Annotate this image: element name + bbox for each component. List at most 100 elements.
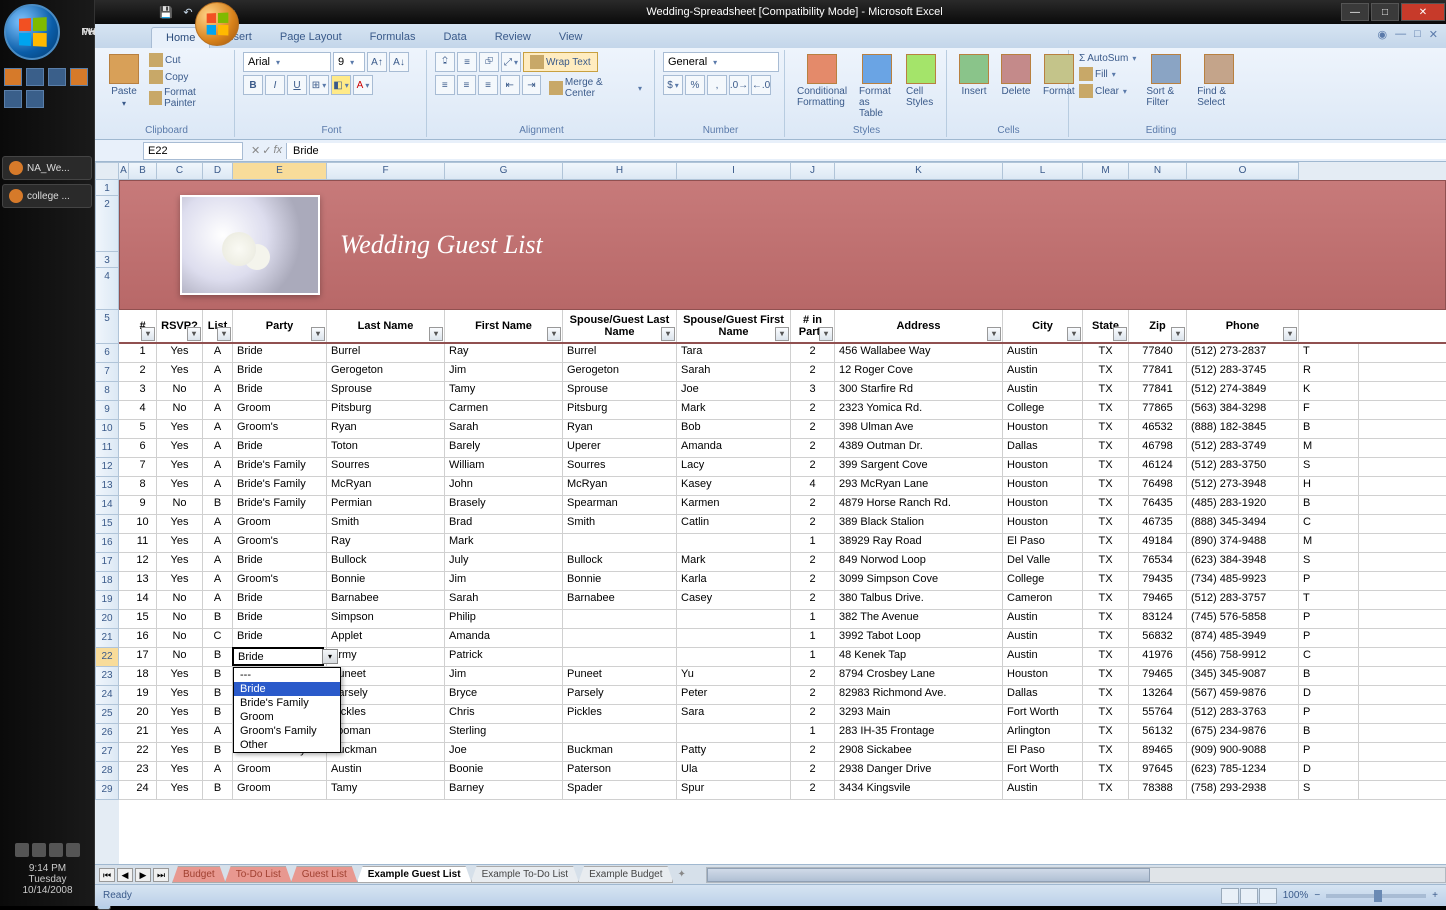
- table-cell[interactable]: Yes: [157, 686, 203, 704]
- col-header[interactable]: N: [1129, 162, 1187, 180]
- table-cell[interactable]: Parsely: [327, 686, 445, 704]
- table-cell[interactable]: A: [203, 591, 233, 609]
- row-header[interactable]: 21: [95, 629, 119, 648]
- table-header-cell[interactable]: Spouse/Guest First Name▾: [677, 310, 791, 342]
- align-center-button[interactable]: ≡: [457, 75, 477, 95]
- table-cell[interactable]: Bride: [233, 591, 327, 609]
- table-cell[interactable]: 2: [791, 363, 835, 381]
- fill-color-button[interactable]: ◧: [331, 75, 351, 95]
- find-select-button[interactable]: Find & Select: [1193, 52, 1245, 110]
- table-cell[interactable]: 15: [129, 610, 157, 628]
- table-cell[interactable]: B: [1299, 724, 1359, 742]
- table-cell[interactable]: A: [203, 439, 233, 457]
- filter-button[interactable]: ▾: [311, 327, 325, 341]
- table-cell[interactable]: Sarah: [445, 591, 563, 609]
- ribbon-tab-page-layout[interactable]: Page Layout: [266, 27, 356, 48]
- table-cell[interactable]: 46124: [1129, 458, 1187, 476]
- dropdown-item[interactable]: Groom: [234, 710, 340, 724]
- sort-filter-button[interactable]: Sort & Filter: [1142, 52, 1189, 110]
- table-cell[interactable]: 2: [791, 591, 835, 609]
- table-cell[interactable]: (567) 459-9876: [1187, 686, 1299, 704]
- table-cell[interactable]: (345) 345-9087: [1187, 667, 1299, 685]
- row-header[interactable]: 26: [95, 724, 119, 743]
- table-cell[interactable]: 2: [791, 344, 835, 362]
- table-cell[interactable]: TX: [1083, 705, 1129, 723]
- table-cell[interactable]: 79435: [1129, 572, 1187, 590]
- table-cell[interactable]: Austin: [1003, 781, 1083, 799]
- table-cell[interactable]: 56832: [1129, 629, 1187, 647]
- paste-button[interactable]: Paste▾: [105, 52, 143, 110]
- table-cell[interactable]: Fort Worth: [1003, 705, 1083, 723]
- bold-button[interactable]: B: [243, 75, 263, 95]
- filter-button[interactable]: ▾: [1067, 327, 1081, 341]
- table-cell[interactable]: TX: [1083, 572, 1129, 590]
- table-cell[interactable]: Burrel: [563, 344, 677, 362]
- table-cell[interactable]: 76435: [1129, 496, 1187, 514]
- font-name-select[interactable]: Arial: [243, 52, 331, 72]
- table-cell[interactable]: Barnabee: [563, 591, 677, 609]
- table-cell[interactable]: B: [1299, 420, 1359, 438]
- table-cell[interactable]: Austin: [1003, 648, 1083, 666]
- table-cell[interactable]: Jim: [445, 572, 563, 590]
- col-header[interactable]: E: [233, 162, 327, 180]
- quick-launch-item[interactable]: [26, 90, 44, 108]
- delete-cells-button[interactable]: Delete: [997, 52, 1035, 99]
- table-cell[interactable]: Pickles: [327, 705, 445, 723]
- table-cell[interactable]: 2908 Sickabee: [835, 743, 1003, 761]
- font-size-select[interactable]: 9: [333, 52, 365, 72]
- table-cell[interactable]: 2: [791, 743, 835, 761]
- table-cell[interactable]: Spearman: [563, 496, 677, 514]
- col-header[interactable]: I: [677, 162, 791, 180]
- table-cell[interactable]: 48 Kenek Tap: [835, 648, 1003, 666]
- table-cell[interactable]: K: [1299, 382, 1359, 400]
- quick-launch-item[interactable]: [48, 68, 66, 86]
- table-cell[interactable]: 1: [791, 629, 835, 647]
- merge-center-button[interactable]: Merge & Center: [543, 75, 648, 101]
- row-header[interactable]: 15: [95, 515, 119, 534]
- table-cell[interactable]: Casey: [677, 591, 791, 609]
- table-cell[interactable]: Bullock: [563, 553, 677, 571]
- table-cell[interactable]: (563) 384-3298: [1187, 401, 1299, 419]
- table-cell[interactable]: TX: [1083, 382, 1129, 400]
- table-cell[interactable]: (909) 900-9088: [1187, 743, 1299, 761]
- table-cell[interactable]: A: [203, 420, 233, 438]
- new-sheet-button[interactable]: ✦: [677, 869, 685, 880]
- table-cell[interactable]: No: [157, 401, 203, 419]
- table-cell[interactable]: A: [203, 572, 233, 590]
- table-cell[interactable]: 46798: [1129, 439, 1187, 457]
- table-cell[interactable]: 78388: [1129, 781, 1187, 799]
- table-cell[interactable]: Mark: [677, 401, 791, 419]
- table-cell[interactable]: B: [203, 667, 233, 685]
- table-cell[interactable]: 76498: [1129, 477, 1187, 495]
- row-header[interactable]: 8: [95, 382, 119, 401]
- table-cell[interactable]: 77840: [1129, 344, 1187, 362]
- underline-button[interactable]: U: [287, 75, 307, 95]
- formula-input[interactable]: Bride: [286, 143, 1446, 159]
- table-cell[interactable]: Sprouse: [563, 382, 677, 400]
- table-cell[interactable]: Sarah: [677, 363, 791, 381]
- sheet-tab[interactable]: Example Guest List: [357, 866, 472, 883]
- table-cell[interactable]: College: [1003, 401, 1083, 419]
- zoom-out-button[interactable]: −: [1314, 890, 1320, 901]
- sheet-tab[interactable]: Budget: [172, 866, 226, 883]
- col-header[interactable]: M: [1083, 162, 1129, 180]
- table-cell[interactable]: A: [203, 458, 233, 476]
- table-cell[interactable]: Paterson: [563, 762, 677, 780]
- table-cell[interactable]: Bride's Family: [233, 477, 327, 495]
- table-cell[interactable]: 13264: [1129, 686, 1187, 704]
- table-cell[interactable]: (512) 283-3763: [1187, 705, 1299, 723]
- table-cell[interactable]: TX: [1083, 477, 1129, 495]
- table-header-cell[interactable]: Party▾: [233, 310, 327, 342]
- table-cell[interactable]: B: [203, 743, 233, 761]
- table-cell[interactable]: TX: [1083, 401, 1129, 419]
- table-cell[interactable]: C: [1299, 515, 1359, 533]
- table-cell[interactable]: TX: [1083, 743, 1129, 761]
- table-cell[interactable]: 3: [791, 382, 835, 400]
- table-cell[interactable]: R: [1299, 363, 1359, 381]
- table-cell[interactable]: TX: [1083, 648, 1129, 666]
- maximize-button[interactable]: □: [1371, 3, 1399, 21]
- table-cell[interactable]: (758) 293-2938: [1187, 781, 1299, 799]
- table-cell[interactable]: No: [157, 610, 203, 628]
- table-cell[interactable]: B: [203, 705, 233, 723]
- row-header[interactable]: 11: [95, 439, 119, 458]
